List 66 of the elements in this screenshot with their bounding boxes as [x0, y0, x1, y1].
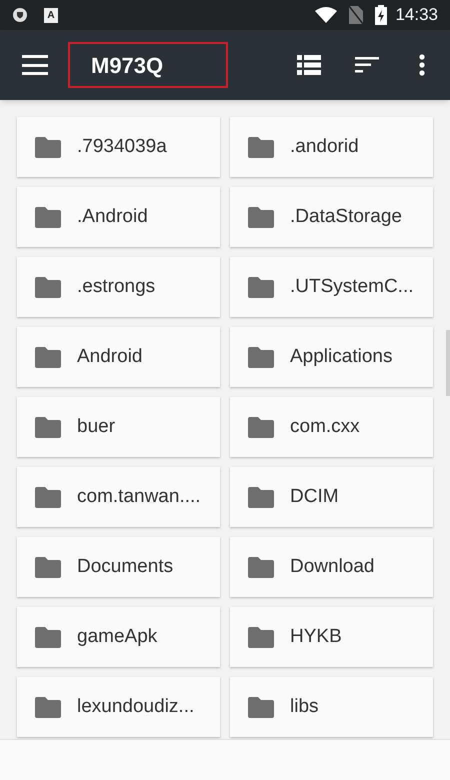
battery-charging-icon [375, 5, 388, 25]
folder-icon [35, 486, 61, 508]
folder-item[interactable]: buer [17, 397, 220, 457]
folder-icon [248, 136, 274, 158]
folder-name: gameApk [77, 624, 158, 649]
folder-icon [35, 556, 61, 578]
folder-name: lexundoudiz... [77, 694, 194, 719]
folder-name: Documents [77, 554, 174, 579]
folder-title: M973Q [68, 42, 228, 88]
folder-icon [248, 486, 274, 508]
folder-icon [248, 206, 274, 228]
folder-name: .estrongs [77, 274, 156, 299]
folder-name: Android [77, 344, 142, 369]
folder-icon [35, 416, 61, 438]
folder-item[interactable]: .7934039a [17, 117, 220, 177]
folder-name: buer [77, 414, 116, 439]
folder-item[interactable]: .DataStorage [230, 187, 433, 247]
folder-item[interactable]: Applications [230, 327, 433, 387]
list-view-icon[interactable] [297, 55, 321, 75]
folder-item[interactable]: .Android [17, 187, 220, 247]
folder-icon [35, 626, 61, 648]
menu-button[interactable] [22, 55, 48, 75]
folder-item[interactable]: lexundoudiz... [17, 677, 220, 737]
folder-item[interactable]: .estrongs [17, 257, 220, 317]
folder-item[interactable]: com.tanwan.... [17, 467, 220, 527]
folder-item[interactable]: DCIM [230, 467, 433, 527]
folder-icon [248, 696, 274, 718]
folder-name: Applications [290, 344, 392, 369]
folder-item[interactable]: .andorid [230, 117, 433, 177]
folder-name: .Android [77, 204, 148, 229]
folder-name: HYKB [290, 624, 342, 649]
folder-item[interactable]: Android [17, 327, 220, 387]
folder-icon [35, 696, 61, 718]
folder-name: .DataStorage [290, 204, 402, 229]
folder-item[interactable]: Download [230, 537, 433, 597]
scrollbar [446, 330, 450, 396]
folder-icon [35, 136, 61, 158]
folder-icon [35, 276, 61, 298]
folder-item[interactable]: libs [230, 677, 433, 737]
no-sim-icon [349, 6, 364, 24]
sort-icon[interactable] [355, 57, 379, 73]
more-options-icon[interactable] [419, 54, 425, 76]
notification-icon: A [44, 8, 58, 22]
folder-item[interactable]: HYKB [230, 607, 433, 667]
folder-name: libs [290, 694, 319, 719]
folder-icon [35, 346, 61, 368]
folder-name: .andorid [290, 134, 359, 159]
folder-icon [248, 556, 274, 578]
folder-item[interactable]: gameApk [17, 607, 220, 667]
folder-name: com.cxx [290, 414, 360, 439]
folder-name: .UTSystemC... [290, 274, 414, 299]
folder-name: .7934039a [77, 134, 167, 159]
folder-icon [248, 346, 274, 368]
clock: 14:33 [395, 4, 438, 26]
folder-name: Download [290, 554, 374, 579]
folder-icon [248, 416, 274, 438]
folder-icon [248, 626, 274, 648]
folder-item[interactable]: com.cxx [230, 397, 433, 457]
folder-item[interactable]: .UTSystemC... [230, 257, 433, 317]
folder-item[interactable]: Documents [17, 537, 220, 597]
folder-icon [248, 276, 274, 298]
folder-name: DCIM [290, 484, 339, 509]
wifi-icon [315, 7, 338, 23]
shield-icon [12, 7, 28, 23]
folder-icon [35, 206, 61, 228]
folder-name: com.tanwan.... [77, 484, 201, 509]
